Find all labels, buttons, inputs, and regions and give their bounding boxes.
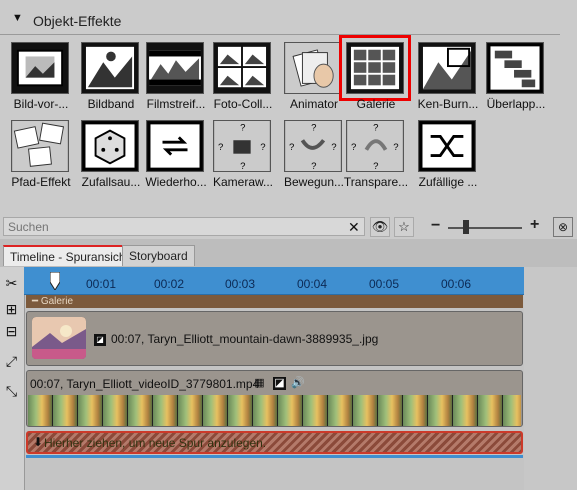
effect-tile-label: Transpare... [343, 175, 409, 189]
zoom-out-icon[interactable]: − [431, 217, 440, 235]
zoom-slider-thumb[interactable] [463, 220, 469, 234]
section-title: Objekt-Effekte [33, 13, 122, 29]
effect-tile-label: Wiederho... [145, 175, 207, 189]
tab-storyboard[interactable]: Storyboard [122, 245, 195, 266]
section-header[interactable]: ▼ Objekt-Effekte [0, 8, 560, 35]
svg-text:?: ? [351, 142, 356, 153]
filmstrip-icon[interactable]: ▦ [253, 377, 266, 390]
effect-tile-label: Galerie [356, 97, 396, 111]
effect-tile-label: Bild-vor-... [13, 97, 69, 111]
ruler-tick: 00:03 [225, 277, 256, 291]
video-track-label: 00:07, Taryn_Elliott_videoID_3779801.mp4 [30, 377, 260, 391]
svg-text:?: ? [311, 161, 316, 171]
time-ruler[interactable]: 00:01 00:02 00:03 00:04 00:05 00:06 [24, 267, 524, 295]
zoom-reset-icon[interactable]: ⊗ [553, 217, 573, 237]
new-track-dropzone[interactable]: ⬇ Hierher ziehen, um neue Spur anzulegen… [26, 431, 523, 454]
overlap-steps-icon [486, 42, 544, 94]
ungroup-icon[interactable]: ⊟ [3, 323, 20, 340]
filmstrip-picture-icon [81, 42, 139, 94]
search-row: ✕ 👁 ☆ − + ⊗ [0, 215, 577, 239]
ruler-tick: 00:04 [297, 277, 328, 291]
new-track-hint: Hierher ziehen, um neue Spur anzulegen. [44, 436, 267, 450]
eye-icon[interactable]: 👁 [370, 217, 390, 237]
svg-text:?: ? [240, 161, 245, 171]
svg-text:?: ? [218, 142, 223, 153]
image-track-label: 00:07, Taryn_Elliott_mountain-dawn-38899… [111, 332, 379, 346]
group-icon[interactable]: ⊞ [3, 301, 20, 318]
motion-path-icon: ???? [284, 120, 342, 172]
playhead-icon[interactable] [50, 272, 60, 290]
effects-panel: ▼ Objekt-Effekte Bild-vor-... Bildband Fil… [0, 0, 577, 240]
timeline-toolbar: ✂ ⊞ ⊟ ⤢ ⤡ [0, 267, 25, 490]
svg-text:?: ? [373, 123, 378, 134]
effect-tile[interactable]: ???? Kameraw... [207, 118, 281, 200]
repeat-icon [146, 120, 204, 172]
effect-tile[interactable]: Wiederho... [140, 118, 214, 200]
transparency-icon: ???? [346, 120, 404, 172]
video-filmstrip [28, 395, 521, 426]
image-type-icon[interactable]: ◪ [273, 377, 286, 390]
svg-text:?: ? [289, 142, 294, 153]
shuffle-icon [418, 120, 476, 172]
svg-text:?: ? [393, 142, 398, 153]
effect-tile[interactable]: Bild-vor-... [5, 40, 79, 122]
image-thumbnail [32, 317, 86, 359]
effect-tile[interactable]: Zufällige ... [412, 118, 486, 200]
hand-stack-icon [284, 42, 342, 94]
ruler-tick: 00:02 [154, 277, 185, 291]
timeline-scrollbar[interactable] [26, 455, 523, 458]
group-label: Galerie [40, 296, 74, 307]
image-track[interactable]: ◪ 00:07, Taryn_Elliott_mountain-dawn-388… [26, 311, 523, 366]
speaker-icon[interactable]: 🔊 [291, 377, 305, 390]
effect-tile-label: Kameraw... [212, 175, 274, 189]
photo-collage-icon [213, 42, 271, 94]
fit-width-icon[interactable]: ⤢ [3, 353, 20, 370]
zoom-in-icon[interactable]: + [530, 216, 539, 234]
effect-tile[interactable]: Galerie [339, 35, 414, 122]
effect-tile-label: Filmstreif... [146, 97, 206, 111]
search-input[interactable] [3, 217, 365, 236]
svg-text:?: ? [260, 142, 265, 153]
effect-tile[interactable]: Ken-Burn... [412, 40, 486, 122]
camera-move-icon: ???? [213, 120, 271, 172]
zoom-slider[interactable] [448, 227, 522, 229]
svg-text:?: ? [331, 142, 336, 153]
effect-tile[interactable]: ???? Transpare... [340, 118, 414, 200]
drop-arrow-icon: ⬇ [33, 435, 44, 449]
tab-bar: Timeline - Spuransicht Storyboard [0, 239, 577, 267]
tab-timeline-spuransicht[interactable]: Timeline - Spuransicht [3, 245, 136, 266]
ruler-tick: 00:05 [369, 277, 400, 291]
image-type-icon: ◪ [94, 334, 106, 346]
timeline-right-panel [524, 267, 577, 490]
svg-text:?: ? [311, 123, 316, 134]
video-track[interactable]: 00:07, Taryn_Elliott_videoID_3779801.mp4… [26, 370, 523, 427]
ruler-tick: 00:01 [86, 277, 117, 291]
collapse-icon[interactable]: ━ [32, 296, 41, 307]
effect-tile-label: Foto-Coll... [213, 97, 273, 111]
film-reel-icon [146, 42, 204, 94]
ken-burns-icon [418, 42, 476, 94]
gallery-grid-icon [339, 35, 411, 101]
effect-tile-label: Zufällige ... [418, 175, 478, 189]
dice-icon [81, 120, 139, 172]
effect-tile-label: Überlapp... [486, 97, 546, 111]
effect-tile[interactable]: Foto-Coll... [207, 40, 281, 122]
svg-text:?: ? [240, 123, 245, 134]
fit-height-icon[interactable]: ⤡ [3, 383, 20, 400]
ruler-tick: 00:06 [441, 277, 472, 291]
photo-path-icon [11, 120, 69, 172]
svg-text:?: ? [373, 161, 378, 171]
close-icon[interactable]: ✕ [348, 219, 360, 236]
cut-split-icon[interactable]: ✂ [3, 275, 20, 292]
effect-tile[interactable]: Überlapp... [480, 40, 554, 122]
effect-tile-label: Ken-Burn... [417, 97, 479, 111]
group-header-galerie[interactable]: ━ Galerie [26, 295, 523, 308]
collapse-arrow-icon[interactable]: ▼ [12, 12, 23, 24]
effect-tile[interactable]: Pfad-Effekt [5, 118, 79, 200]
effect-tile-label: Pfad-Effekt [11, 175, 71, 189]
star-icon[interactable]: ☆ [394, 217, 414, 237]
effect-tile[interactable]: Filmstreif... [140, 40, 214, 122]
picture-in-picture-icon [11, 42, 69, 94]
timeline: ✂ ⊞ ⊟ ⤢ ⤡ 00:01 00:02 00:03 00:04 00:05 … [0, 267, 577, 490]
